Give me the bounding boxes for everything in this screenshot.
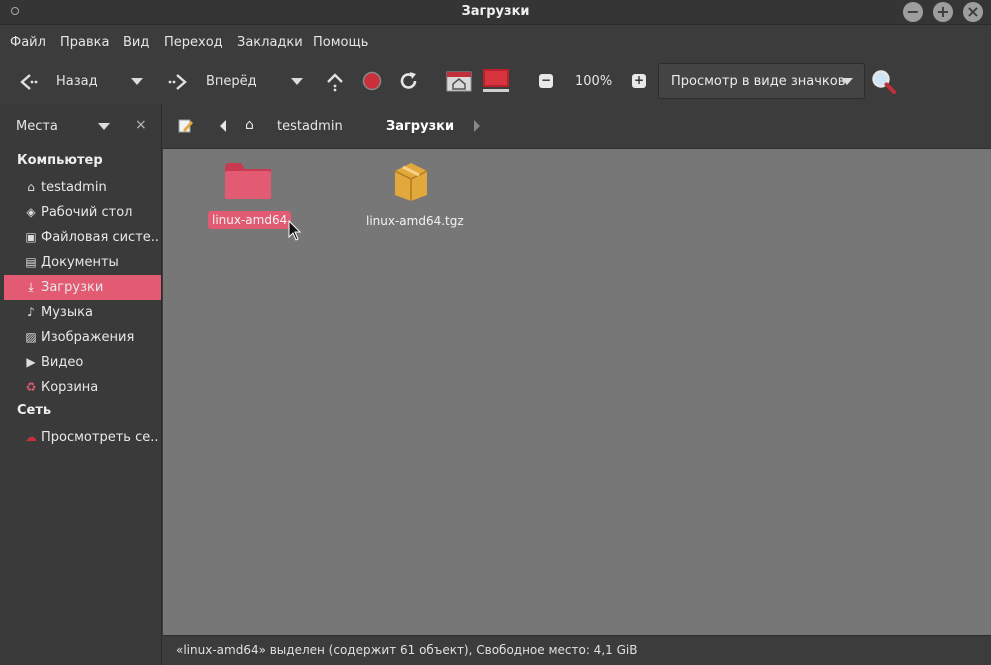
reload-icon[interactable] <box>398 70 420 92</box>
sidebar-item-trash[interactable]: ♻ Корзина <box>4 375 161 400</box>
chevron-down-icon <box>841 78 853 85</box>
archive-icon <box>394 163 428 201</box>
zoom-out-icon[interactable]: − <box>539 74 553 88</box>
path-home-icon[interactable]: ⌂ <box>245 117 254 133</box>
breadcrumb-downloads[interactable]: Загрузки <box>386 119 454 134</box>
edit-location-icon[interactable] <box>178 118 194 134</box>
path-back-icon[interactable] <box>218 119 228 133</box>
window-title: Загрузки <box>461 4 530 19</box>
menu-bar: Файл Правка Вид Переход Закладки Помощь <box>0 26 991 60</box>
video-icon: ▶ <box>26 355 36 369</box>
trash-icon: ♻ <box>25 380 37 394</box>
sidebar-item-filesystem[interactable]: ▣ Файловая систе... <box>4 225 161 250</box>
menu-bookmarks[interactable]: Закладки <box>237 35 303 50</box>
minimize-icon[interactable]: − <box>903 2 923 22</box>
status-text: «linux-amd64» выделен (содержит 61 объек… <box>176 643 638 657</box>
download-icon: ⤓ <box>28 280 34 294</box>
network-icon: ☁ <box>25 430 37 444</box>
path-forward-icon[interactable] <box>472 119 482 133</box>
breadcrumb-testadmin[interactable]: testadmin <box>277 119 343 134</box>
menu-view[interactable]: Вид <box>123 35 149 50</box>
sidebar-item-desktop[interactable]: ◈ Рабочий стол <box>4 200 161 225</box>
maximize-icon[interactable]: + <box>933 2 953 22</box>
zoom-in-icon[interactable]: + <box>632 74 646 88</box>
sidebar-item-downloads[interactable]: ⤓ Загрузки <box>4 275 161 300</box>
back-history-dropdown-icon[interactable] <box>131 78 143 85</box>
file-view[interactable]: linux-amd64 linux-amd64.tgz <box>163 149 991 635</box>
sidebar-section-computer: Компьютер <box>17 153 103 168</box>
sidebar-header: Места × <box>0 104 162 149</box>
menu-file[interactable]: Файл <box>10 35 46 50</box>
forward-icon[interactable] <box>167 72 189 92</box>
status-bar: «linux-amd64» выделен (содержит 61 объек… <box>163 635 991 665</box>
sidebar-title: Места <box>16 119 58 134</box>
sidebar-item-documents[interactable]: ▤ Документы <box>4 250 161 275</box>
file-item-archive[interactable]: linux-amd64.tgz <box>359 155 469 235</box>
stop-icon[interactable] <box>362 71 382 91</box>
sidebar-item-label: Видео <box>41 355 84 370</box>
up-icon[interactable] <box>325 71 345 93</box>
sidebar-close-icon[interactable]: × <box>135 117 147 133</box>
document-icon: ▤ <box>25 255 37 269</box>
sidebar-item-videos[interactable]: ▶ Видео <box>4 350 161 375</box>
back-icon[interactable] <box>18 72 38 92</box>
sidebar-section-network: Сеть <box>17 403 52 418</box>
drive-icon: ▣ <box>25 230 37 244</box>
image-icon: ▨ <box>25 330 37 344</box>
sidebar-item-label: Рабочий стол <box>41 205 133 220</box>
zoom-level: 100% <box>575 74 613 89</box>
file-item-folder[interactable]: linux-amd64 <box>203 155 293 235</box>
sidebar-item-testadmin[interactable]: ⌂ testadmin <box>4 175 161 200</box>
sidebar-item-label: Документы <box>41 255 119 270</box>
path-bar: ⌂ testadmin Загрузки <box>163 104 991 149</box>
sidebar-item-label: Просмотреть се... <box>41 430 159 445</box>
sidebar-item-label: Файловая систе... <box>41 230 159 245</box>
mouse-cursor-icon <box>288 220 302 241</box>
view-mode-label: Просмотр в виде значков <box>671 74 846 89</box>
menu-edit[interactable]: Правка <box>60 35 109 50</box>
home-icon[interactable] <box>446 69 472 93</box>
sidebar-item-pictures[interactable]: ▨ Изображения <box>4 325 161 350</box>
file-name: linux-amd64.tgz <box>366 214 464 228</box>
view-mode-select[interactable]: Просмотр в виде значков <box>658 63 865 99</box>
desktop-icon: ◈ <box>26 205 36 219</box>
file-name: linux-amd64 <box>208 211 292 229</box>
sidebar-item-label: Изображения <box>41 330 135 345</box>
close-icon[interactable]: × <box>963 2 983 22</box>
menu-help[interactable]: Помощь <box>313 35 368 50</box>
folder-icon <box>225 163 271 199</box>
forward-history-dropdown-icon[interactable] <box>291 78 303 85</box>
forward-button[interactable]: Вперёд <box>206 74 257 89</box>
sidebar-item-label: Корзина <box>41 380 99 395</box>
back-button[interactable]: Назад <box>56 74 98 89</box>
sidebar: Места × Компьютер ⌂ testadmin ◈ Рабочий … <box>0 104 162 665</box>
sidebar-item-label: testadmin <box>41 180 107 195</box>
sidebar-item-network[interactable]: ☁ Просмотреть се... <box>4 425 161 450</box>
music-icon: ♪ <box>27 305 35 319</box>
menu-go[interactable]: Переход <box>164 35 223 50</box>
title-bar: Загрузки − + × <box>0 0 991 25</box>
computer-icon[interactable] <box>482 68 510 94</box>
sidebar-item-label: Загрузки <box>41 280 104 295</box>
sidebar-item-label: Музыка <box>41 305 93 320</box>
search-icon[interactable] <box>871 69 897 95</box>
home-icon: ⌂ <box>27 180 35 194</box>
sidebar-mode-dropdown-icon[interactable] <box>98 123 110 130</box>
sidebar-item-music[interactable]: ♪ Музыка <box>4 300 161 325</box>
